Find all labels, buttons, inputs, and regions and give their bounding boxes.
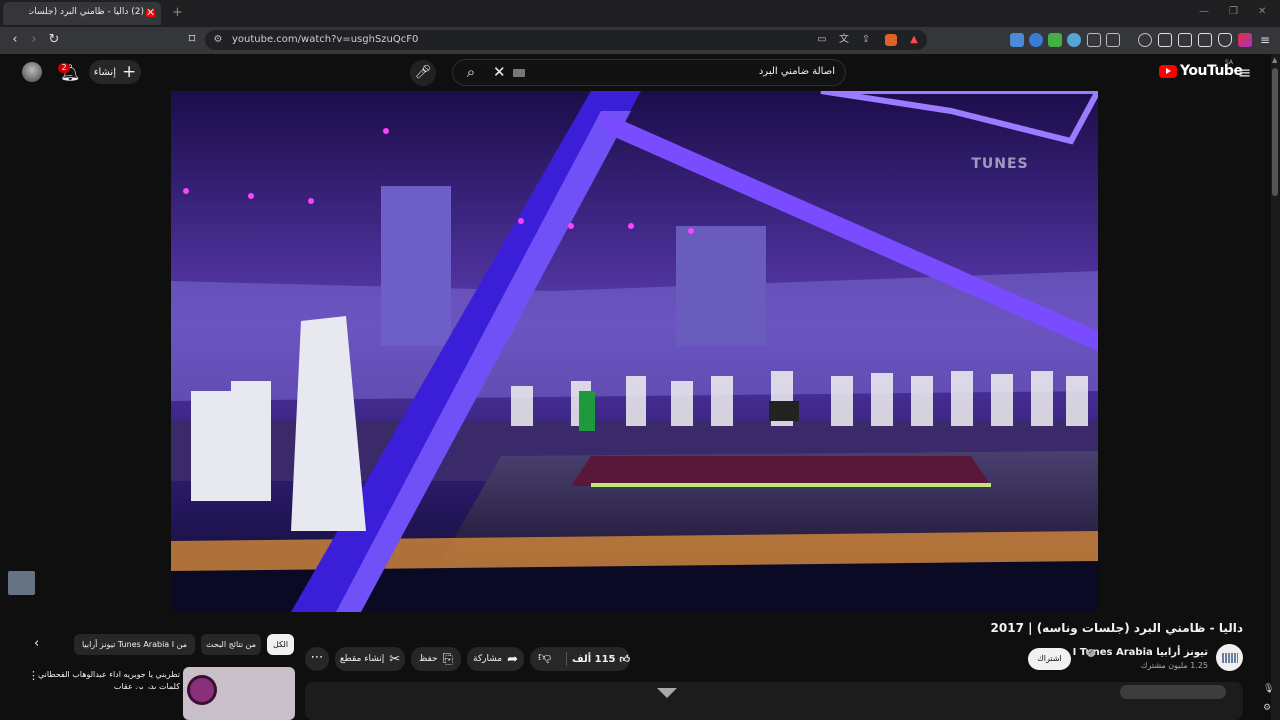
browser-tab[interactable]: (2) داليا - ظامني البرد (جلسات ونّاسه) |… (3, 2, 161, 25)
like-dislike-group: 👍︎ 115 ألف 👎︎ (530, 647, 630, 671)
address-bar[interactable]: ⚙ youtube.com/watch?v=usghSzuQcF0 ▭ 文 ⇪ … (205, 30, 927, 50)
clear-search-icon[interactable]: ✕ (493, 63, 506, 81)
browser-menu-icon[interactable]: ≡ (1258, 33, 1272, 47)
vpn-icon[interactable] (1218, 33, 1232, 47)
reload-icon[interactable]: ↻ (46, 32, 62, 48)
back-icon[interactable]: ‹ (7, 32, 23, 48)
rewards-icon[interactable]: ▲ (907, 33, 921, 47)
scissors-icon: ✂ (389, 651, 401, 667)
window-close-button[interactable]: ✕ (1258, 6, 1266, 17)
youtube-logo[interactable]: YouTube SA (1159, 59, 1243, 79)
chevron-down-icon[interactable] (657, 688, 677, 698)
youtube-play-icon (1159, 64, 1177, 78)
leo-ai-icon[interactable] (1198, 33, 1212, 47)
scrollbar-thumb[interactable] (1272, 68, 1278, 196)
clip-button[interactable]: إنشاء مقطع ✂ (335, 647, 405, 671)
create-label: إنشاء (93, 66, 116, 78)
profile-icon[interactable] (1238, 33, 1252, 47)
chip-scroll-left-icon[interactable]: ‹ (34, 636, 39, 651)
chip-all[interactable]: الكل (267, 634, 294, 655)
search-query-text[interactable]: اصالة ضامني البرد (759, 66, 835, 77)
like-button[interactable]: 👍︎ 115 ألف (572, 647, 630, 671)
verified-badge-icon: ✓ (1087, 649, 1095, 657)
bookmark-icon[interactable]: ⌑ (184, 32, 200, 48)
forward-icon[interactable]: › (26, 32, 42, 48)
tab-title: (2) داليا - ظامني البرد (جلسات ونّاسه) |… (29, 7, 144, 17)
like-count: 115 ألف (572, 653, 616, 665)
save-label: حفظ (418, 654, 438, 664)
description-placeholder (1120, 685, 1226, 699)
save-button[interactable]: حفظ ⎘ (411, 647, 461, 671)
waveform-icon (1221, 652, 1238, 663)
keyboard-icon[interactable] (513, 69, 525, 77)
brave-shield-icon[interactable] (885, 34, 897, 46)
create-button[interactable]: إنشاء + (89, 60, 141, 84)
miniplayer-thumbnail[interactable] (8, 571, 35, 595)
voice-search-icon[interactable]: 🎤︎ (410, 60, 436, 86)
country-code: SA (1225, 59, 1234, 66)
like-divider (566, 652, 567, 666)
settings-small-icon[interactable]: ⚙ (1263, 703, 1271, 713)
subscriber-count: 1.25 مليون مشترك (1140, 661, 1208, 670)
extension-icon[interactable] (1010, 33, 1024, 47)
shield-extension-icon[interactable] (1048, 33, 1062, 47)
video-title: داليا - ظامني البرد (جلسات وناسه) | 2017 (990, 621, 1243, 635)
url-text[interactable]: youtube.com/watch?v=usghSzuQcF0 (232, 34, 418, 45)
search-input[interactable]: ⌕ ✕ اصالة ضامني البرد (452, 59, 846, 86)
scroll-up-icon[interactable]: ▲ (1272, 56, 1277, 64)
logo-text: YouTube (1180, 63, 1243, 79)
site-info-icon[interactable]: ⚙ (211, 33, 225, 47)
puzzle-extensions-icon[interactable] (1087, 33, 1101, 47)
more-actions-icon[interactable]: ⋯ (305, 647, 329, 671)
new-tab-button[interactable]: + (172, 5, 183, 20)
video-frame-image (171, 91, 1098, 612)
notification-badge: 2 (58, 63, 70, 73)
share-arrow-icon: ➦ (507, 651, 518, 667)
recommendation-menu-icon[interactable]: ⋮ (28, 669, 39, 682)
sidebar-icon[interactable] (1158, 33, 1172, 47)
extension-icon[interactable] (1067, 33, 1081, 47)
minimize-button[interactable]: — (1199, 6, 1209, 17)
translate-icon[interactable]: 文 (837, 33, 851, 47)
thumbs-down-icon[interactable]: 👎︎ (538, 650, 551, 665)
bookmark-save-icon: ⎘ (442, 651, 454, 667)
description-box[interactable] (305, 682, 1243, 720)
channel-avatar[interactable] (1216, 644, 1243, 671)
media-icon[interactable] (1138, 33, 1152, 47)
mic-small-icon[interactable]: 🎙︎ (1263, 684, 1274, 694)
plus-icon: + (121, 62, 137, 82)
share-label: مشاركة (473, 654, 503, 664)
subscribe-button[interactable]: اشتراك (1028, 648, 1071, 670)
tab-close-icon[interactable]: ✕ (146, 6, 155, 19)
recommendation-title[interactable]: تطربني يا جويريه اداء عبدالوهاب الفحطاني… (30, 669, 180, 689)
extension-icon[interactable] (1029, 33, 1043, 47)
wallet-icon[interactable] (1178, 33, 1192, 47)
video-player[interactable]: TUNES (171, 91, 1098, 612)
chip-search-results[interactable]: من نتائج البحث (201, 634, 261, 655)
browser-tab-bar: (2) داليا - ظامني البرد (جلسات ونّاسه) |… (0, 0, 1280, 27)
recommendation-thumbnail[interactable] (183, 667, 295, 720)
clip-label: إنشاء مقطع (339, 654, 385, 664)
chip-channel[interactable]: من Tunes Arabia I تيونز أرابيا (74, 634, 195, 655)
thumbnail-image (187, 675, 217, 705)
share-page-icon[interactable]: ⇪ (859, 33, 873, 47)
guide-menu-icon[interactable]: ≡ (1238, 63, 1251, 82)
thumbs-up-icon: 👍︎ (619, 654, 630, 665)
extension-icon[interactable] (1106, 33, 1120, 47)
restore-button[interactable]: ❐ (1229, 6, 1238, 17)
share-button[interactable]: مشاركة ➦ (467, 647, 524, 671)
account-avatar[interactable] (22, 62, 42, 82)
search-icon[interactable]: ⌕ (453, 60, 489, 85)
tunes-watermark: TUNES (971, 156, 1029, 172)
cast-icon[interactable]: ▭ (815, 33, 829, 47)
